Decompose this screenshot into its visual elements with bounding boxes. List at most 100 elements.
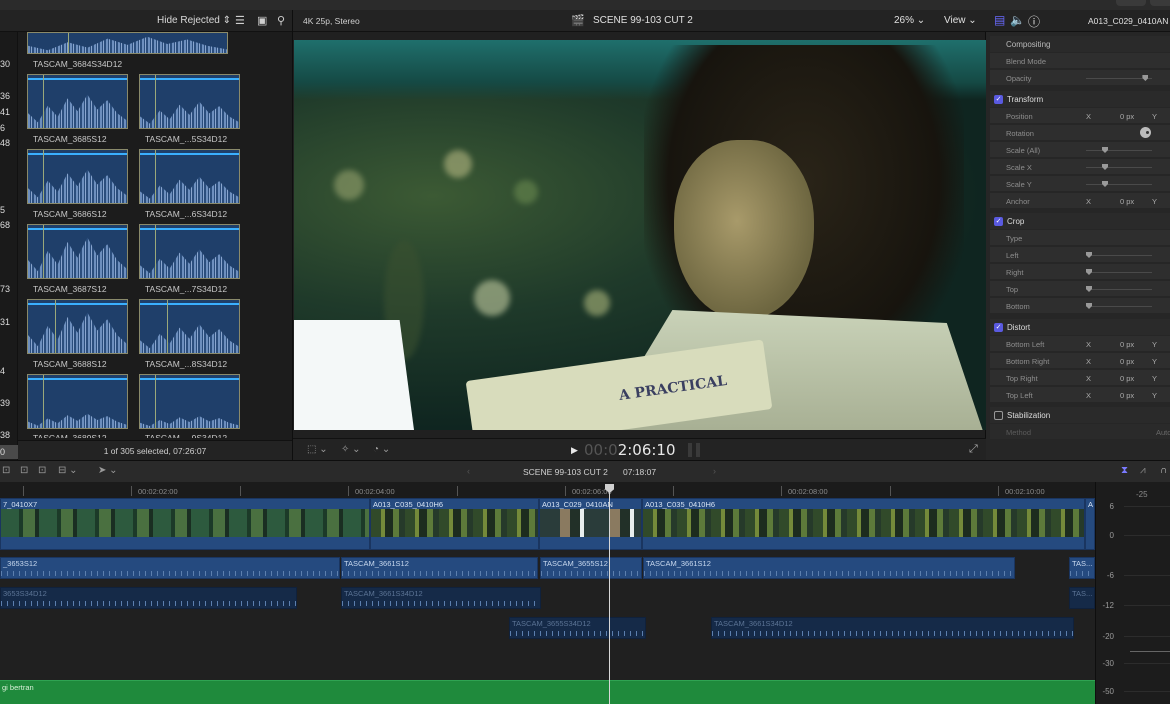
music-clip[interactable]: gi bertran: [0, 680, 1095, 704]
clip-thumbnail[interactable]: [27, 32, 228, 54]
filter-dropdown[interactable]: Hide Rejected ⇕: [157, 15, 231, 26]
position-row[interactable]: Position X 0 px Y: [990, 108, 1170, 124]
slider-knob[interactable]: [1102, 181, 1108, 187]
audio-clip[interactable]: _3653S12: [0, 557, 340, 579]
audio-skimming-icon[interactable]: ⩘: [1140, 465, 1146, 476]
opacity-row[interactable]: Opacity: [990, 70, 1170, 86]
audio-clip-disabled[interactable]: TAS...: [1069, 587, 1095, 609]
video-inspector-icon[interactable]: ▤: [994, 13, 1005, 27]
crop-right-row[interactable]: Right: [990, 264, 1170, 280]
param-value[interactable]: 0 px: [1120, 391, 1134, 400]
insert-clip-icon[interactable]: ⊡: [20, 465, 28, 476]
window-button[interactable]: [1150, 0, 1170, 6]
playhead[interactable]: [609, 486, 610, 704]
info-inspector-icon[interactable]: ⓘ: [1028, 13, 1040, 30]
connect-clip-icon[interactable]: ⊡: [2, 465, 10, 476]
select-tool-icon[interactable]: ➤ ⌄: [98, 465, 118, 476]
param-value[interactable]: 0 px: [1120, 357, 1134, 366]
audio-clip[interactable]: TAS...: [1069, 557, 1095, 579]
fullscreen-icon[interactable]: ⤢: [969, 443, 978, 456]
timeline-area[interactable]: 7_0410X7 A013_C035_0410H6 A013_C029_0410…: [0, 498, 1095, 704]
selected-row-number[interactable]: 0: [0, 445, 18, 459]
top-left-row[interactable]: Top Left X 0 px Y: [990, 387, 1170, 403]
crop-bottom-row[interactable]: Bottom: [990, 298, 1170, 314]
scale-x-row[interactable]: Scale X: [990, 159, 1170, 175]
video-clip[interactable]: A: [1085, 498, 1095, 550]
audio-inspector-icon[interactable]: 🔈: [1010, 13, 1025, 27]
retime-tool-icon[interactable]: ◔ ⌄: [373, 444, 390, 455]
crop-checkbox[interactable]: ✓: [994, 217, 1003, 226]
clip-thumbnail[interactable]: [139, 74, 240, 129]
video-clip-selected[interactable]: A013_C029_0410AN: [539, 498, 642, 550]
audio-clip-disabled[interactable]: 3653S34D12: [0, 587, 297, 609]
clip-thumbnail[interactable]: [139, 374, 240, 429]
clip-thumbnail[interactable]: [27, 74, 128, 129]
clip-thumbnail[interactable]: [27, 149, 128, 204]
audio-clip[interactable]: TASCAM_3661S12: [643, 557, 1015, 579]
view-menu[interactable]: View ⌄: [944, 15, 977, 26]
video-clip[interactable]: 7_0410X7: [0, 498, 370, 550]
transform-tool-icon[interactable]: ⬚ ⌄: [307, 444, 328, 455]
audio-clip-disabled[interactable]: TASCAM_3661S34D12: [341, 587, 541, 609]
slider-knob[interactable]: [1102, 164, 1108, 170]
clip-thumbnail[interactable]: [27, 224, 128, 279]
param-value[interactable]: 0 px: [1120, 340, 1134, 349]
slider-knob[interactable]: [1086, 269, 1092, 275]
audio-clip-disabled[interactable]: TASCAM_3661S34D12: [711, 617, 1074, 639]
crop-bottom-slider[interactable]: [1086, 303, 1152, 309]
crop-left-slider[interactable]: [1086, 252, 1152, 258]
clip-thumbnail[interactable]: [139, 149, 240, 204]
crop-top-row[interactable]: Top: [990, 281, 1170, 297]
headphones-icon[interactable]: ∩: [1160, 465, 1167, 476]
play-button[interactable]: ▶: [571, 445, 578, 456]
clip-thumbnail[interactable]: [27, 374, 128, 429]
scale-y-row[interactable]: Scale Y: [990, 176, 1170, 192]
crop-right-slider[interactable]: [1086, 269, 1152, 275]
crop-type-row[interactable]: Type: [990, 230, 1170, 246]
search-icon[interactable]: ⚲: [277, 14, 285, 27]
opacity-slider[interactable]: [1086, 75, 1152, 81]
scale-y-slider[interactable]: [1086, 181, 1152, 187]
scale-x-slider[interactable]: [1086, 164, 1152, 170]
slider-knob[interactable]: [1102, 147, 1108, 153]
audio-clip-disabled[interactable]: TASCAM_3655S34D12: [509, 617, 646, 639]
overwrite-clip-icon[interactable]: ⊟ ⌄: [58, 465, 78, 476]
bottom-left-row[interactable]: Bottom Left X 0 px Y: [990, 336, 1170, 352]
window-button[interactable]: [1116, 0, 1146, 6]
scale-all-row[interactable]: Scale (All): [990, 142, 1170, 158]
clip-thumbnail[interactable]: [139, 299, 240, 354]
crop-top-slider[interactable]: [1086, 286, 1152, 292]
enhance-tool-icon[interactable]: ✧ ⌄: [341, 444, 361, 455]
timecode-display[interactable]: 00:02:06:10: [584, 441, 676, 459]
param-value[interactable]: 0 px: [1120, 197, 1134, 206]
video-frame[interactable]: A PRACTICAL: [294, 40, 986, 430]
crop-left-row[interactable]: Left: [990, 247, 1170, 263]
skimming-icon[interactable]: ⧗: [1121, 465, 1128, 476]
param-value[interactable]: 0 px: [1120, 112, 1134, 121]
history-back-icon[interactable]: ‹: [467, 466, 470, 476]
list-view-icon[interactable]: ☰: [235, 14, 245, 27]
zoom-dropdown[interactable]: 26% ⌄: [894, 15, 925, 26]
slider-knob[interactable]: [1086, 286, 1092, 292]
timeline-ruler[interactable]: 00:02:02:00 00:02:04:00 00:02:06:00 00:0…: [0, 482, 1095, 498]
distort-checkbox[interactable]: ✓: [994, 323, 1003, 332]
clip-thumbnail[interactable]: [139, 224, 240, 279]
rotation-row[interactable]: Rotation: [990, 125, 1170, 141]
append-clip-icon[interactable]: ⊡: [38, 465, 46, 476]
rotation-dial[interactable]: [1140, 127, 1151, 138]
bottom-right-row[interactable]: Bottom Right X 0 px Y: [990, 353, 1170, 369]
scale-slider[interactable]: [1086, 147, 1152, 153]
anchor-row[interactable]: Anchor X 0 px Y: [990, 193, 1170, 209]
top-right-row[interactable]: Top Right X 0 px Y: [990, 370, 1170, 386]
transform-checkbox[interactable]: ✓: [994, 95, 1003, 104]
stabilization-checkbox[interactable]: [994, 411, 1003, 420]
video-clip[interactable]: A013_C035_0410H6: [370, 498, 539, 550]
slider-knob[interactable]: [1086, 303, 1092, 309]
slider-knob[interactable]: [1086, 252, 1092, 258]
blend-mode-row[interactable]: Blend Mode: [990, 53, 1170, 69]
audio-clip[interactable]: TASCAM_3655S12: [540, 557, 642, 579]
slider-knob[interactable]: [1142, 75, 1149, 81]
clip-thumbnail[interactable]: [27, 299, 128, 354]
param-value[interactable]: 0 px: [1120, 374, 1134, 383]
filmstrip-icon[interactable]: ▣: [257, 14, 267, 27]
